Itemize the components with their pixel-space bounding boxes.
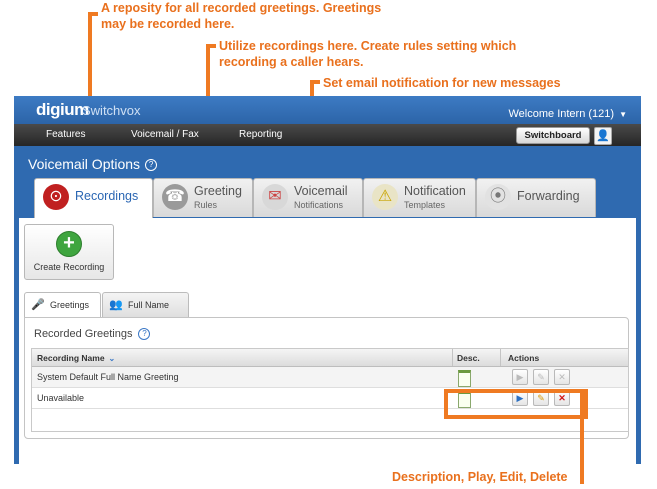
table-header: Recording Name ⌄ Desc. Actions [32,349,628,367]
digium-logo: digium [36,100,89,119]
col-desc: Desc. [457,353,480,363]
help-icon[interactable]: ? [145,159,158,172]
tab-voicemail-notifications[interactable]: ✉ Voicemail Notifications [253,178,363,217]
chevron-down-icon: ▼ [619,110,627,119]
panel-title: Recorded Greetings? [34,328,151,341]
notification-templates-icon: ⚠ [372,184,398,210]
tab-greeting-rules-sub: Rules [194,200,218,210]
subtab-greetings-label: Greetings [50,300,90,310]
tab-voicemail-notifications-sub: Notifications [294,200,344,210]
forwarding-icon: ⦿ [485,184,511,210]
col-recording-name-label: Recording Name [37,353,105,363]
recordings-icon: ⊙ [43,184,69,210]
welcome-label: Welcome Intern (121) [508,108,615,120]
tab-forwarding-label: Forwarding [517,189,580,203]
edit-icon[interactable]: ✎ [533,369,549,385]
switchvox-logo-text: Switchvox [82,103,141,118]
description-icon[interactable] [458,370,471,387]
main-menu-bar: Features Voicemail / Fax Reporting Switc… [14,124,641,146]
page-title: Voicemail Options? [28,156,158,172]
voicemail-notifications-icon: ✉ [262,184,288,210]
actions-highlight-box [444,389,588,419]
create-recording-label: Create Recording [33,262,105,272]
play-icon[interactable]: ▶ [512,369,528,385]
greeting-rules-icon: ☎ [162,184,188,210]
subtab-full-name[interactable]: 👥 Full Name [102,292,189,318]
tab-recordings-label: Recordings [75,189,139,203]
menu-features[interactable]: Features [46,129,85,140]
create-recording-button[interactable]: + Create Recording [24,224,114,280]
subtab-full-name-label: Full Name [128,300,170,310]
subtab-greetings[interactable]: 🎤 Greetings [24,292,101,319]
tab-forwarding[interactable]: ⦿ Forwarding [476,178,596,217]
recording-name: Unavailable [37,393,85,403]
menu-voicemail-fax[interactable]: Voicemail / Fax [131,129,199,140]
recording-name: System Default Full Name Greeting [37,372,179,382]
tab-voicemail-notifications-label: Voicemail [294,184,348,198]
annotation-greeting-rules: Utilize recordings here. Create rules se… [219,39,517,69]
tab-notification-templates-sub: Templates [404,200,446,210]
welcome-user-menu[interactable]: Welcome Intern (121) ▼ [509,108,628,120]
annotation-line-greeting-rules-cap [206,44,216,48]
menu-reporting[interactable]: Reporting [239,129,282,140]
app-header: digium Switchvox Welcome Intern (121) ▼ [14,96,641,124]
annotation-actions: Description, Play, Edit, Delete [392,470,568,484]
annotation-voicemail-notifications: Set email notification for new messages [323,76,561,90]
annotation-recordings: A reposity for all recorded greetings. G… [101,1,382,31]
sort-chevron-icon[interactable]: ⌄ [109,354,116,363]
annotation-line-voicemail-notifications-cap [310,80,320,84]
panel-title-label: Recorded Greetings [34,328,133,340]
column-divider [452,349,453,366]
recordings-content: + Create Recording 🎤 Greetings 👥 Full Na… [19,218,636,464]
user-profile-icon[interactable]: 👤 [594,127,612,145]
annotation-line-recordings-cap [88,12,98,16]
column-divider [500,349,501,366]
plus-icon: + [56,231,82,257]
greetings-icon: 🎤 [31,299,45,311]
delete-icon[interactable]: ✕ [554,369,570,385]
tab-recordings[interactable]: ⊙ Recordings [34,178,153,219]
tab-notification-templates[interactable]: ⚠ Notification Templates [363,178,476,217]
tab-notification-templates-label: Notification [404,184,466,198]
col-recording-name[interactable]: Recording Name ⌄ [37,353,115,363]
page-title-label: Voicemail Options [28,156,141,172]
full-name-icon: 👥 [109,299,123,311]
table-row[interactable]: System Default Full Name Greeting ▶ ✎ ✕ [32,367,628,388]
tab-greeting-rules[interactable]: ☎ Greeting Rules [153,178,253,217]
tab-greeting-rules-label: Greeting [194,184,242,198]
help-icon[interactable]: ? [138,328,151,341]
switchboard-button[interactable]: Switchboard [516,127,590,144]
col-actions: Actions [508,353,540,363]
recorded-greetings-panel: Recorded Greetings? Recording Name ⌄ Desc… [24,317,629,439]
